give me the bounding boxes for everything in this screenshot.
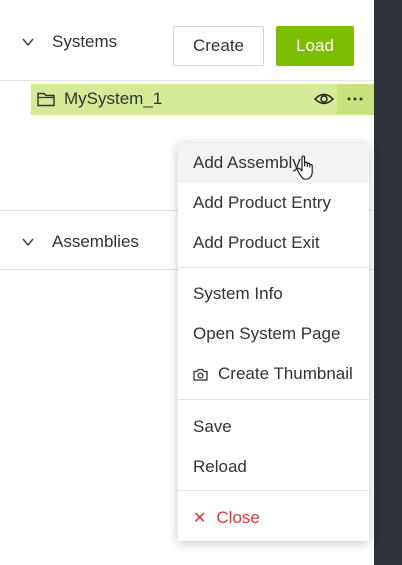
menu-item-label: Add Assembly <box>193 153 301 172</box>
menu-item-add-assembly[interactable]: Add Assembly <box>178 143 369 183</box>
systems-section-header: Systems Create Load <box>0 0 374 81</box>
menu-item-label: Save <box>193 417 232 436</box>
menu-item-save[interactable]: Save <box>178 407 369 447</box>
menu-item-open-system-page[interactable]: Open System Page <box>178 314 369 354</box>
close-icon: ✕ <box>193 510 207 527</box>
menu-item-label: Open System Page <box>193 324 341 343</box>
more-options-icon[interactable] <box>337 84 374 115</box>
system-list-item[interactable]: MySystem_1 <box>31 84 374 115</box>
context-menu: Add Assembly Add Product Entry Add Produ… <box>178 143 369 541</box>
menu-item-label: Close <box>216 508 260 527</box>
menu-item-reload[interactable]: Reload <box>178 447 369 487</box>
menu-item-add-product-exit[interactable]: Add Product Exit <box>178 223 369 263</box>
eye-icon[interactable] <box>314 92 334 106</box>
chevron-down-icon[interactable] <box>22 236 34 248</box>
menu-item-add-product-entry[interactable]: Add Product Entry <box>178 183 369 223</box>
assemblies-title: Assemblies <box>52 232 139 251</box>
menu-divider <box>178 490 369 491</box>
menu-item-label: Create Thumbnail <box>218 364 353 383</box>
menu-divider <box>178 399 369 400</box>
camera-icon <box>193 368 208 381</box>
menu-item-label: Add Product Entry <box>193 193 331 212</box>
create-button[interactable]: Create <box>173 26 264 66</box>
menu-item-close[interactable]: ✕ Close <box>178 498 369 538</box>
hand-pointer-icon <box>296 155 313 180</box>
menu-divider <box>178 267 369 268</box>
menu-item-label: Reload <box>193 457 247 476</box>
menu-item-label: Add Product Exit <box>193 233 320 252</box>
menu-item-system-info[interactable]: System Info <box>178 274 369 314</box>
systems-title: Systems <box>52 32 118 51</box>
folder-icon <box>37 92 55 107</box>
load-button[interactable]: Load <box>276 26 354 66</box>
chevron-down-icon[interactable] <box>22 36 34 48</box>
system-name: MySystem_1 <box>64 89 163 108</box>
menu-item-create-thumbnail[interactable]: Create Thumbnail <box>178 354 369 394</box>
menu-item-label: System Info <box>193 284 283 303</box>
